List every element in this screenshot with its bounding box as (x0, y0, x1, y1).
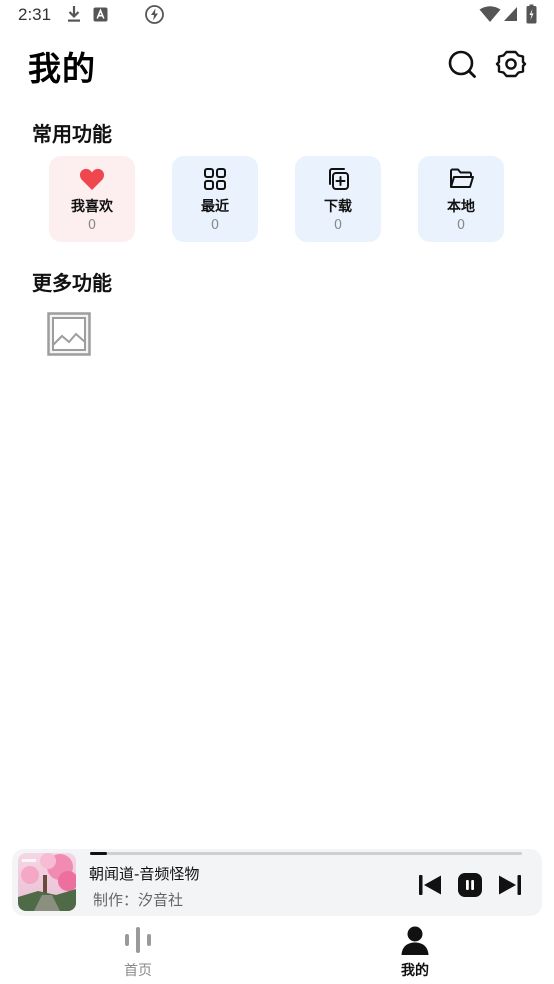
tab-label-home: 首页 (124, 963, 152, 979)
signal-icon (504, 7, 517, 21)
heart-icon (79, 168, 105, 190)
search-icon[interactable] (446, 48, 478, 80)
status-time: 2:31 (18, 5, 52, 24)
card-label: 本地 (447, 199, 475, 215)
tab-label-mine: 我的 (401, 963, 429, 979)
card-recent[interactable]: 最近 0 (172, 156, 258, 242)
card-favorites[interactable]: 我喜欢 0 (49, 156, 135, 242)
album-cover[interactable] (18, 853, 76, 911)
battery-icon (526, 4, 537, 24)
skip-previous-icon[interactable] (417, 872, 443, 898)
progress-fill (90, 852, 108, 855)
progress-bar[interactable] (90, 852, 522, 855)
song-author: 制作：汐音社 (93, 891, 184, 909)
card-downloads[interactable]: 下载 0 (295, 156, 381, 242)
section-title-common: 常用功能 (32, 122, 112, 146)
song-title: 朝闻道-音频怪物 (89, 865, 200, 883)
page-title: 我的 (28, 49, 96, 88)
image-placeholder-icon[interactable] (47, 312, 91, 356)
data-saver-status-icon (145, 5, 164, 24)
gear-icon[interactable] (495, 48, 527, 80)
folder-icon (450, 168, 474, 188)
grid-icon (204, 168, 226, 190)
card-count: 0 (333, 218, 343, 233)
card-label: 我喜欢 (71, 199, 113, 215)
card-count: 0 (456, 218, 466, 233)
card-local[interactable]: 本地 0 (418, 156, 504, 242)
mini-player[interactable]: 朝闻道-音频怪物 制作：汐音社 (12, 849, 542, 916)
section-title-more: 更多功能 (32, 271, 112, 295)
card-count: 0 (87, 218, 97, 233)
skip-next-icon[interactable] (497, 872, 523, 898)
card-count: 0 (210, 218, 220, 233)
pause-icon[interactable] (457, 872, 483, 898)
text-a-status-icon (93, 7, 108, 22)
download-status-icon (68, 6, 80, 22)
audio-bars-icon (125, 927, 151, 953)
tab-mine[interactable]: 我的 (375, 925, 455, 981)
status-bar: 2:31 (0, 0, 554, 30)
person-icon (401, 926, 429, 955)
wifi-icon (479, 6, 501, 22)
download-copy-icon (329, 168, 349, 190)
card-label: 下载 (324, 199, 352, 215)
tab-home[interactable]: 首页 (98, 925, 178, 981)
card-label: 最近 (201, 199, 229, 215)
